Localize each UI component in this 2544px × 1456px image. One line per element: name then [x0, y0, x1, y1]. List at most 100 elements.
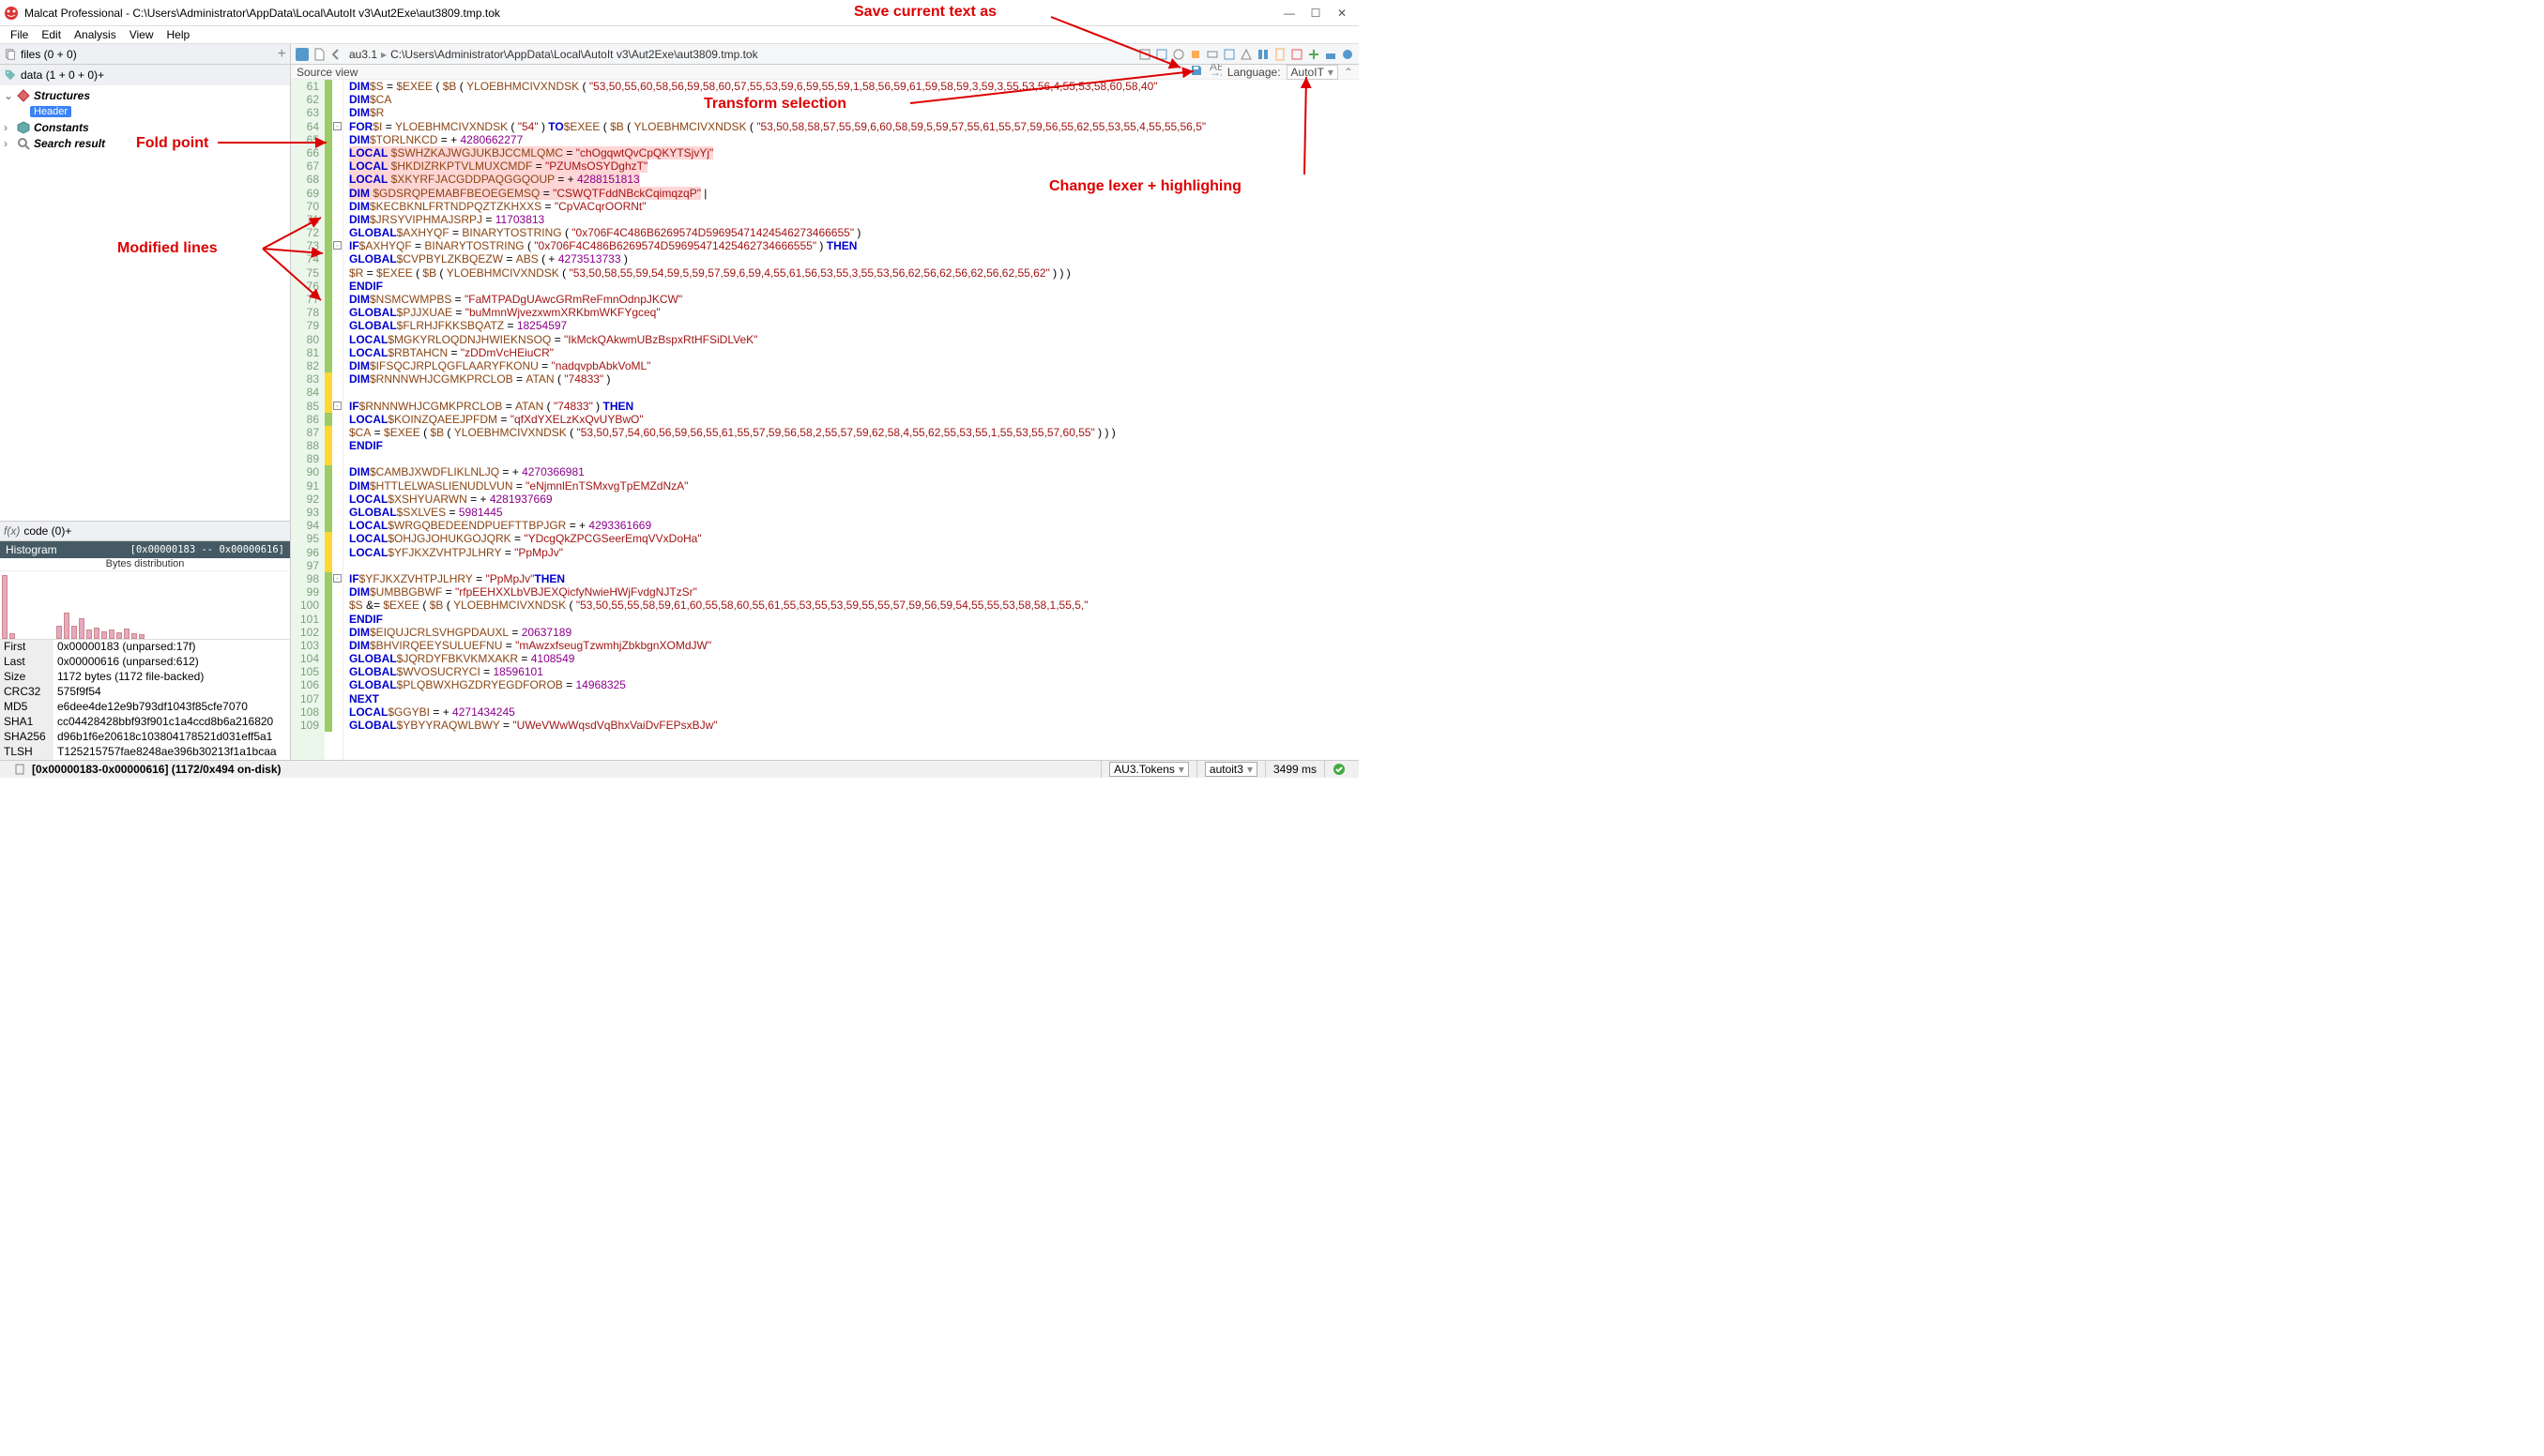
code-line[interactable]: GLOBAL $YBYYRAQWLBWY = "UWeVWwWqsdVqBhxV…	[349, 719, 1359, 732]
code-line[interactable]: GLOBAL $JQRDYFBKVKMXAKR = 4108549	[349, 652, 1359, 665]
tb-icon-12[interactable]	[1323, 47, 1338, 62]
fold-toggle[interactable]: -	[333, 402, 342, 410]
add-file-button[interactable]: +	[278, 46, 286, 63]
source-view-label: Source view	[297, 66, 358, 79]
code-line[interactable]	[349, 452, 1359, 465]
code-line[interactable]: ENDIF	[349, 439, 1359, 452]
code-line[interactable]: FOR $I = YLOEBHMCIVXNDSK ( "54" ) TO $EX…	[349, 120, 1359, 133]
code-line[interactable]	[349, 559, 1359, 572]
code-line[interactable]: GLOBAL $SXLVES = 5981445	[349, 506, 1359, 519]
transform-icon[interactable]: AB→AC	[1209, 64, 1222, 80]
tb-icon-8[interactable]	[1256, 47, 1271, 62]
code-line[interactable]: DIM $RNNNWHJCGMKPRCLOB = ATAN ( "74833" …	[349, 372, 1359, 386]
code-line[interactable]: LOCAL $OHJGJOHUKGOJQRK = "YDcgQkZPCGSeer…	[349, 532, 1359, 545]
close-button[interactable]: ✕	[1329, 4, 1355, 23]
status-tokens-select[interactable]: AU3.Tokens▾	[1109, 762, 1189, 777]
code-line[interactable]: ENDIF	[349, 613, 1359, 626]
tb-icon-9[interactable]	[1272, 47, 1287, 62]
code-line[interactable]: IF $RNNNWHJCGMKPRCLOB = ATAN ( "74833" )…	[349, 400, 1359, 413]
code-line[interactable]: $S &= $EXEE ( $B ( YLOEBHMCIVXNDSK ( "53…	[349, 599, 1359, 612]
tree-constants[interactable]: ›Constants	[4, 119, 286, 135]
code-line[interactable]: DIM $BHVIRQEEYSULUEFNU = "mAwzxfseugTzwm…	[349, 639, 1359, 652]
files-panel-header[interactable]: files (0 + 0) +	[0, 44, 290, 65]
code-line[interactable]: DIM $CA	[349, 93, 1359, 106]
tb-icon-6[interactable]	[1222, 47, 1237, 62]
language-label: Language:	[1227, 66, 1281, 79]
maximize-button[interactable]: ☐	[1302, 4, 1329, 23]
info-row: SHA1cc04428428bbf93f901c1a4ccd8b6a216820	[0, 715, 290, 730]
code-line[interactable]: DIM $R	[349, 106, 1359, 119]
code-line[interactable]: LOCAL $GGYBI = + 4271434245	[349, 705, 1359, 719]
menu-edit[interactable]: Edit	[35, 26, 68, 43]
code-line[interactable]	[349, 386, 1359, 399]
tree-search[interactable]: ›Search result	[4, 135, 286, 151]
code-line[interactable]: DIM $TORLNKCD = + 4280662277	[349, 133, 1359, 146]
app-small-icon[interactable]	[295, 47, 310, 62]
code-line[interactable]: IF $AXHYQF = BINARYTOSTRING ( "0x706F4C4…	[349, 239, 1359, 252]
fold-toggle[interactable]: -	[333, 122, 342, 130]
tag-icon	[4, 68, 17, 82]
code-line[interactable]: LOCAL $SWHZKAJWGJUKBJCCMLQMC = "chOgqwtQ…	[349, 146, 1359, 159]
tree-structures[interactable]: ⌄Structures	[4, 87, 286, 103]
tb-icon-11[interactable]	[1306, 47, 1321, 62]
code-line[interactable]: DIM $S = $EXEE ( $B ( YLOEBHMCIVXNDSK ( …	[349, 80, 1359, 93]
tb-icon-5[interactable]	[1205, 47, 1220, 62]
code-line[interactable]: NEXT	[349, 692, 1359, 705]
code-line[interactable]: GLOBAL $PLQBWXHGZDRYEGDFOROB = 14968325	[349, 678, 1359, 691]
code-line[interactable]: DIM $IFSQCJRPLQGFLAARYFKONU = "nadqvpbAb…	[349, 359, 1359, 372]
code-line[interactable]: GLOBAL $PJJXUAE = "buMmnWjvezxwmXRKbmWKF…	[349, 306, 1359, 319]
code-line[interactable]: LOCAL $YFJKXZVHTPJLHRY = "PpMpJv"	[349, 546, 1359, 559]
code-line[interactable]: LOCAL $XSHYUARWN = + 4281937669	[349, 493, 1359, 506]
code-line[interactable]: GLOBAL $CVPBYLZKBQEZW = ABS ( + 42735137…	[349, 252, 1359, 265]
code-line[interactable]: GLOBAL $FLRHJFKKSBQATZ = 18254597	[349, 319, 1359, 332]
code-line[interactable]: LOCAL $XKYRFJACGDDPAQGGQOUP = + 42881518…	[349, 173, 1359, 186]
back-icon[interactable]	[328, 47, 343, 62]
fold-toggle[interactable]: -	[333, 574, 342, 583]
code-line[interactable]: GLOBAL $WVOSUCRYCI = 18596101	[349, 665, 1359, 678]
menu-file[interactable]: File	[4, 26, 35, 43]
code-line[interactable]: DIM $UMBBGBWF = "rfpEEHXXLbVBJEXQicfyNwi…	[349, 585, 1359, 599]
add-code-button[interactable]: +	[65, 524, 71, 538]
tree-header[interactable]: Header	[4, 103, 286, 119]
code-line[interactable]: $R = $EXEE ( $B ( YLOEBHMCIVXNDSK ( "53,…	[349, 266, 1359, 280]
code-panel-header[interactable]: f(x) code (0) +	[0, 521, 290, 541]
code-line[interactable]: $CA = $EXEE ( $B ( YLOEBHMCIVXNDSK ( "53…	[349, 426, 1359, 439]
code-line[interactable]: LOCAL $KOINZQAEEJPFDM = "qfXdYXELzKxQvUY…	[349, 413, 1359, 426]
minimize-button[interactable]: —	[1276, 4, 1302, 23]
code-line[interactable]: LOCAL $RBTAHCN = "zDDmVcHEiuCR"	[349, 346, 1359, 359]
code-line[interactable]: LOCAL $WRGQBEDEENDPUEFTTBPJGR = + 429336…	[349, 519, 1359, 532]
code-line[interactable]: DIM $NSMCWMPBS = "FaMTPADgUAwcGRmReFmnOd…	[349, 293, 1359, 306]
tb-icon-3[interactable]	[1171, 47, 1186, 62]
menu-view[interactable]: View	[123, 26, 160, 43]
code-line[interactable]: DIM $KECBKNLFRTNDPQZTZKHXXS = "CpVACqrOO…	[349, 200, 1359, 213]
tb-icon-7[interactable]	[1239, 47, 1254, 62]
tb-icon-4[interactable]	[1188, 47, 1203, 62]
code-line[interactable]: DIM $CAMBJXWDFLIKLNLJQ = + 4270366981	[349, 465, 1359, 478]
menu-analysis[interactable]: Analysis	[68, 26, 123, 43]
tb-icon-10[interactable]	[1289, 47, 1304, 62]
code-line[interactable]: IF $YFJKXZVHTPJLHRY = "PpMpJv" THEN	[349, 572, 1359, 585]
code-line[interactable]: LOCAL $HKDIZRKPTVLMUXCMDF = "PZUMsOSYDgh…	[349, 159, 1359, 173]
tb-icon-2[interactable]	[1154, 47, 1169, 62]
fold-toggle[interactable]: -	[333, 241, 342, 250]
tb-icon-13[interactable]	[1340, 47, 1355, 62]
add-data-button[interactable]: +	[98, 68, 104, 82]
language-select[interactable]: AutoIT▾	[1287, 65, 1338, 80]
code-line[interactable]: ENDIF	[349, 280, 1359, 293]
editor[interactable]: 6162636465666768697071727374757677787980…	[291, 80, 1359, 760]
check-icon	[1333, 763, 1346, 776]
status-lexer-select[interactable]: autoit3▾	[1205, 762, 1257, 777]
code-line[interactable]: GLOBAL $AXHYQF = BINARYTOSTRING ( "0x706…	[349, 226, 1359, 239]
code-line[interactable]: DIM $HTTLELWASLIENUDLVUN = "eNjmnlEnTSMx…	[349, 479, 1359, 493]
tb-icon-1[interactable]	[1137, 47, 1152, 62]
code-line[interactable]: DIM $JRSYVIPHMAJSRPJ = 11703813	[349, 213, 1359, 226]
save-as-icon[interactable]	[1190, 64, 1203, 80]
new-file-icon[interactable]	[312, 47, 327, 62]
code-line[interactable]: LOCAL $MGKYRLOQDNJHWIEKNSOQ = "IkMckQAkw…	[349, 333, 1359, 346]
code-line[interactable]: DIM $EIQUJCRLSVHGPDAUXL = 20637189	[349, 626, 1359, 639]
fx-icon: f(x)	[4, 524, 20, 538]
left-panel: files (0 + 0) + data (1 + 0 + 0) + ⌄Stru…	[0, 44, 291, 760]
data-panel-header[interactable]: data (1 + 0 + 0) +	[0, 65, 290, 85]
code-line[interactable]: DIM $GDSRQPEMABFBEOEGEMSQ = "CSWQTFddNBc…	[349, 187, 1359, 200]
menu-help[interactable]: Help	[160, 26, 197, 43]
